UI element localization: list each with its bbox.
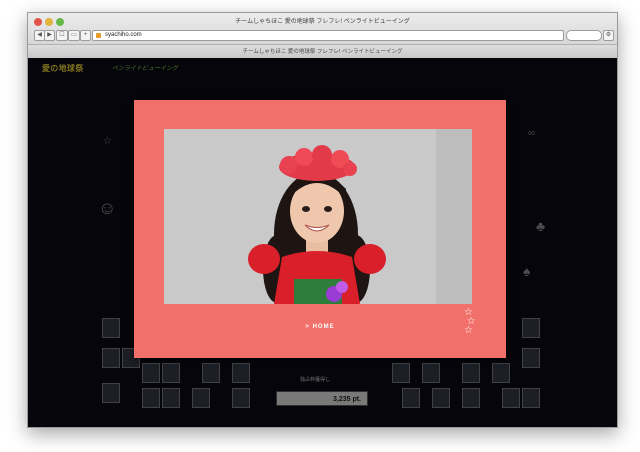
member-photo bbox=[164, 129, 472, 304]
girl-photo-illustration bbox=[164, 129, 472, 304]
tab-bar: チームしゃちほこ 愛の地球祭 フレフレ! ペンライトビューイング bbox=[28, 44, 617, 58]
title-bar: チームしゃちほこ 愛の地球祭 フレフレ! ペンライトビューイング ◀ ▶ ☐ ▭… bbox=[28, 13, 617, 58]
tab-title[interactable]: チームしゃちほこ 愛の地球祭 フレフレ! ペンライトビューイング bbox=[28, 47, 617, 55]
browser-window: チームしゃちほこ 愛の地球祭 フレフレ! ペンライトビューイング ◀ ▶ ☐ ▭… bbox=[27, 12, 618, 428]
forward-button[interactable]: ▶ bbox=[44, 30, 55, 41]
add-tab-icon[interactable]: + bbox=[80, 30, 91, 41]
favicon-icon bbox=[96, 33, 101, 38]
home-link[interactable]: > HOME bbox=[134, 324, 506, 330]
bookmarks-icon[interactable]: ▭ bbox=[68, 30, 80, 41]
search-input[interactable] bbox=[566, 30, 602, 41]
url-text: syachiho.com bbox=[105, 32, 142, 38]
reader-icon[interactable]: ☐ bbox=[56, 30, 68, 41]
address-bar[interactable]: syachiho.com bbox=[92, 30, 564, 41]
photo-modal: > HOME ☆ ☆ ☆ bbox=[134, 100, 506, 358]
settings-gear-icon[interactable]: ⚙ bbox=[603, 30, 614, 41]
window-title: チームしゃちほこ 愛の地球祭 フレフレ! ペンライトビューイング bbox=[235, 19, 410, 25]
stars-decoration-icon: ☆ ☆ ☆ bbox=[464, 307, 476, 336]
